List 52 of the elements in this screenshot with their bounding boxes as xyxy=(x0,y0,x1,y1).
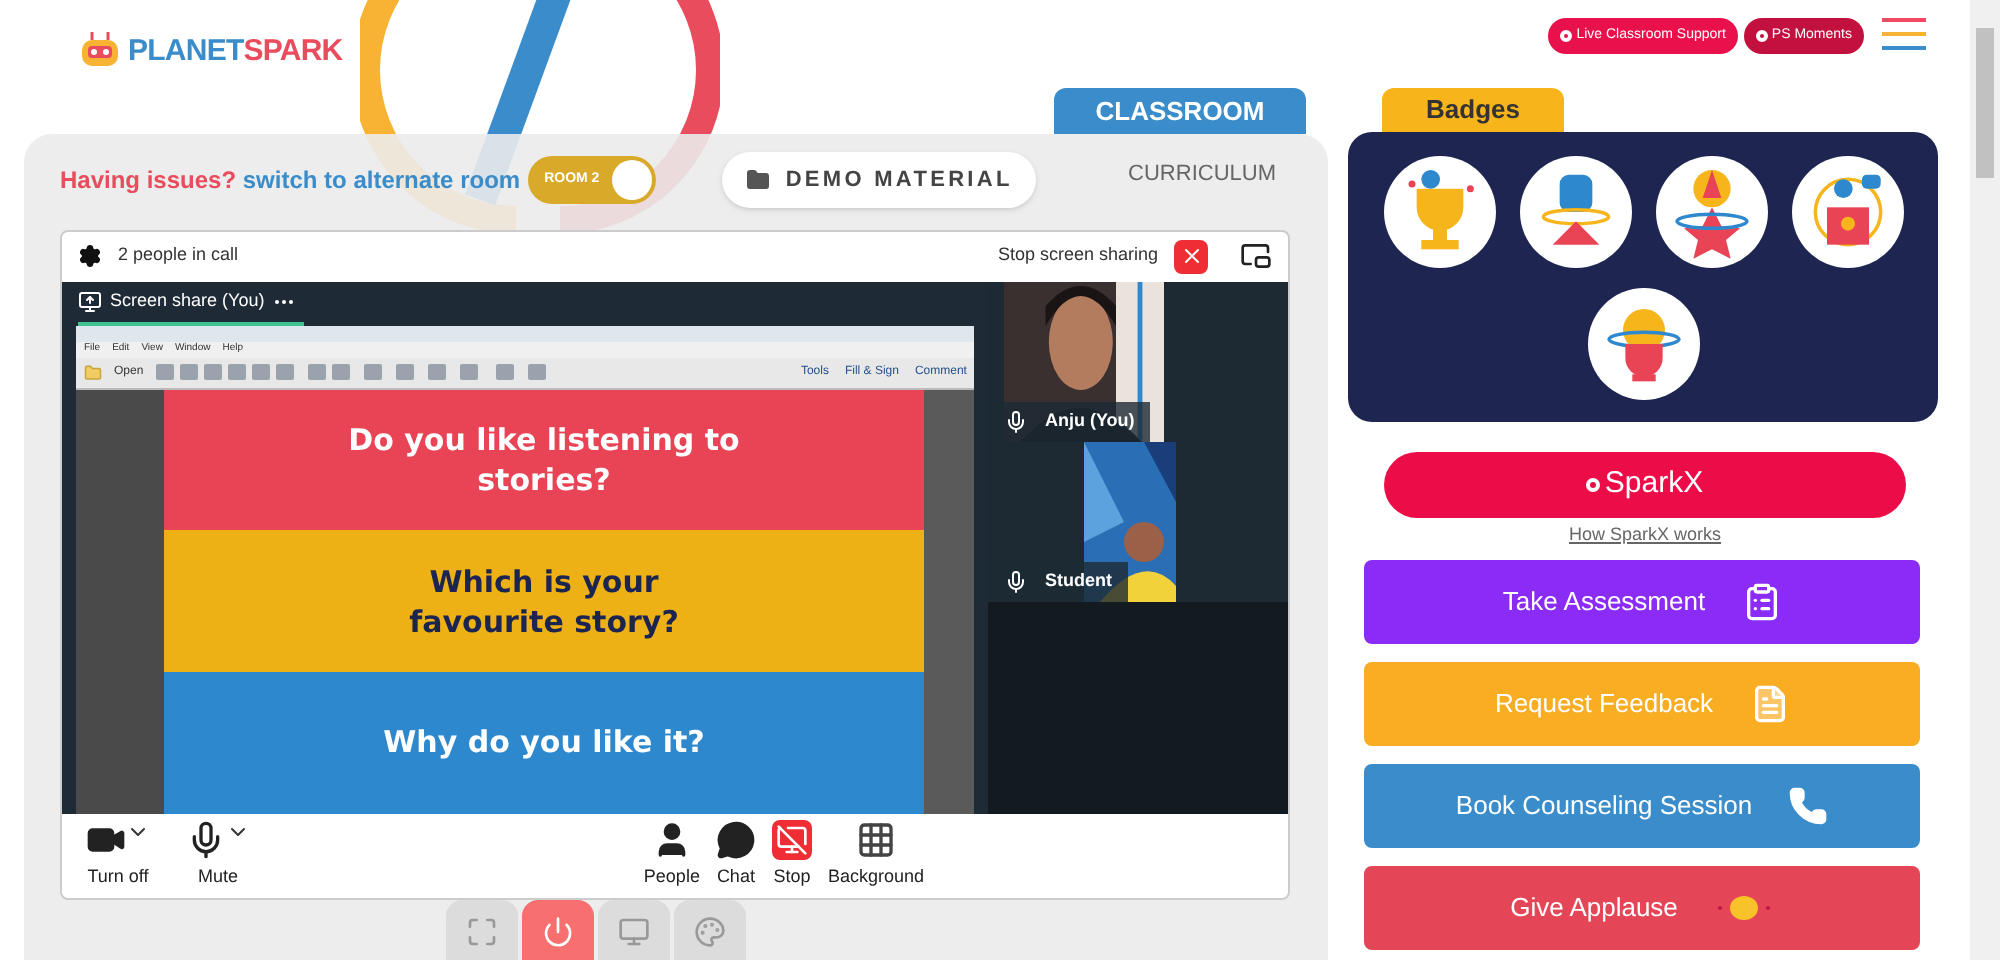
classroom-tab[interactable]: CLASSROOM xyxy=(1054,88,1306,134)
scrollbar[interactable] xyxy=(1970,0,2000,960)
chat-control[interactable]: Chat xyxy=(707,820,764,892)
chat-icon xyxy=(715,820,756,861)
screen-button[interactable] xyxy=(598,900,670,960)
mic-control[interactable]: Mute xyxy=(178,820,258,892)
folder-icon xyxy=(745,167,770,192)
camera-control[interactable]: Turn off xyxy=(78,820,158,892)
microphone-icon xyxy=(1004,569,1029,594)
issue-message: Having issues? switch to alternate room xyxy=(60,163,521,198)
background-icon xyxy=(855,820,896,861)
palette-button[interactable] xyxy=(674,900,746,960)
fullscreen-button[interactable] xyxy=(446,900,518,960)
clapping-hands-icon xyxy=(1713,893,1774,921)
slide-question: Which is your favourite story? xyxy=(407,561,681,642)
sparkx-help-link[interactable]: How SparkX works xyxy=(1568,522,1722,549)
screen-share-icon xyxy=(78,289,102,314)
curriculum-tab[interactable]: CURRICULUM xyxy=(1128,157,1276,191)
sparkx-button[interactable]: SparkX xyxy=(1384,452,1906,518)
settings-icon[interactable] xyxy=(78,244,102,269)
logo-text: PLANETSPARK xyxy=(128,31,343,72)
stop-sharing-label: Stop screen sharing xyxy=(997,242,1158,269)
planetspark-logo[interactable]: PLANETSPARK xyxy=(76,28,343,76)
ring-icon xyxy=(1755,30,1768,42)
picture-in-picture-icon[interactable] xyxy=(1240,240,1272,273)
close-icon xyxy=(1179,244,1203,269)
demo-material-button[interactable]: DEMO MATERIAL xyxy=(722,151,1037,208)
badges-heading: Badges xyxy=(1382,88,1564,132)
document-icon xyxy=(1749,683,1790,723)
palette-icon xyxy=(694,916,726,948)
people-control[interactable]: People xyxy=(635,820,708,892)
menu-icon[interactable] xyxy=(1882,18,1926,54)
action-button[interactable]: Take Assessment xyxy=(1364,559,1920,643)
stop-control[interactable]: Stop xyxy=(763,820,820,892)
background-control[interactable]: Background xyxy=(819,820,932,892)
monitor-icon xyxy=(618,916,650,948)
folder-icon[interactable] xyxy=(84,363,102,382)
clipboard-icon xyxy=(1741,581,1782,621)
fullscreen-icon xyxy=(466,916,498,948)
participant-name: Student xyxy=(1044,567,1112,594)
slide-question: Why do you like it? xyxy=(383,722,705,763)
power-icon xyxy=(542,916,574,948)
ring-icon xyxy=(1586,478,1601,492)
phone-icon xyxy=(1788,785,1829,825)
ring-icon xyxy=(1560,30,1573,42)
stop-sharing-icon xyxy=(771,820,812,861)
action-button[interactable]: Book Counseling Session xyxy=(1364,763,1920,847)
slide-question: Do you like listening to stories? xyxy=(348,419,740,500)
people-count: 2 people in call xyxy=(118,242,239,269)
action-button[interactable]: Give Applause xyxy=(1364,865,1920,949)
close-button[interactable] xyxy=(1174,239,1208,274)
power-button[interactable] xyxy=(522,900,594,960)
